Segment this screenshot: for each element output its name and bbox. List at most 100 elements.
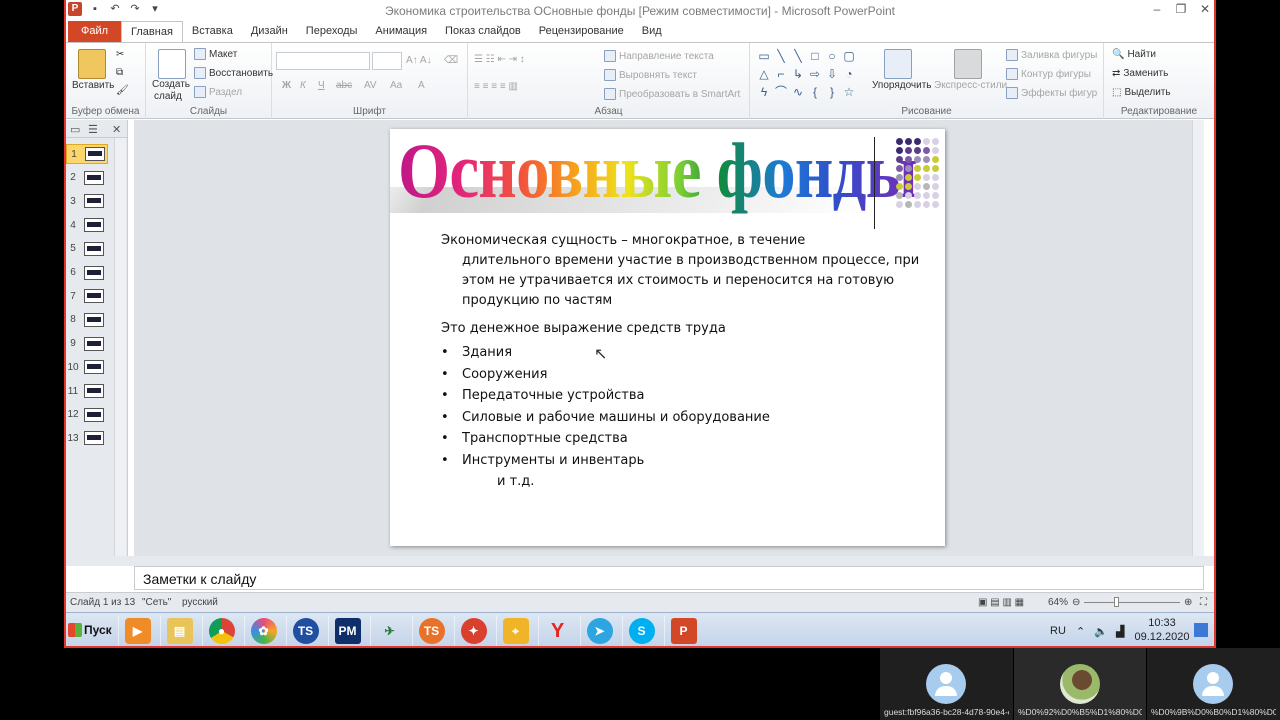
select-button[interactable]: ⬚ Выделить <box>1112 87 1171 98</box>
slide-body-text[interactable]: Экономическая сущность – многократное, в… <box>441 231 921 492</box>
network-icon[interactable]: ▟ <box>1116 625 1124 638</box>
participant-tile-3[interactable]: %D0%9B%D0%B0%D1%80%D0%B8... <box>1147 648 1280 720</box>
shape-fill-button[interactable]: Заливка фигуры <box>1006 49 1097 61</box>
find-button[interactable]: 🔍 Найти <box>1112 49 1156 60</box>
change-case-icon[interactable]: Aa <box>390 80 402 91</box>
quick-styles-button[interactable]: Экспресс-стили <box>934 80 1007 91</box>
bullets-icon[interactable]: ☰ ☷ ⇤ ⇥ ↕ <box>474 54 525 65</box>
ts-blue-taskbar-icon[interactable]: TS <box>286 615 324 646</box>
strikethrough-icon[interactable]: abc <box>336 80 352 91</box>
view-buttons[interactable]: ▣ ▤ ▥ ▦ <box>978 597 1024 608</box>
zoom-slider-thumb[interactable] <box>1114 597 1119 607</box>
zoom-level[interactable]: 64% <box>1048 597 1068 608</box>
new-slide-line2[interactable]: слайд <box>154 91 182 102</box>
smartart-button[interactable]: Преобразовать в SmartArt <box>604 88 740 100</box>
font-grow-icon[interactable]: A↑ A↓ <box>406 55 432 66</box>
language-status[interactable]: русский <box>182 597 218 608</box>
quick-styles-icon[interactable] <box>954 49 982 79</box>
shapes-gallery[interactable]: ▭ ╲ ╲ □ ○ ▢ △ ⌐ ↳ ⇨ ⇩ ◔ ϟ ⌒ ∿ {} ☆ <box>756 48 860 100</box>
paste-icon[interactable] <box>78 49 106 79</box>
slide-canvas[interactable]: Основные фонды Экономическая сущность – … <box>390 129 945 546</box>
participant-tile-1[interactable]: guest:fbf96a36-bc28-4d78-90e4-dc... <box>880 648 1013 720</box>
slide-thumbnail[interactable]: 7 <box>66 286 116 306</box>
tab-design[interactable]: Дизайн <box>242 21 297 42</box>
section-button[interactable]: Раздел <box>194 86 242 98</box>
new-slide-icon[interactable] <box>158 49 186 79</box>
tab-home[interactable]: Главная <box>121 21 183 42</box>
thumbnails-scrollbar[interactable] <box>114 138 126 556</box>
slide-thumbnail[interactable]: 6 <box>66 263 116 283</box>
restore-icon[interactable]: ❐ <box>1174 2 1188 16</box>
italic-icon[interactable]: К <box>300 80 306 91</box>
slide-thumbnail[interactable]: 4 <box>66 215 116 235</box>
slide-thumbnail[interactable]: 13 <box>66 428 116 448</box>
slide-thumbnail[interactable]: 11 <box>66 381 116 401</box>
zoom-out-icon[interactable]: ⊖ <box>1072 597 1080 608</box>
layout-button[interactable]: Макет <box>194 48 237 60</box>
close-pane-icon[interactable]: ✕ <box>112 123 121 136</box>
font-color-icon[interactable]: A <box>418 80 425 91</box>
media-player-taskbar-icon[interactable]: ▶ <box>118 615 156 646</box>
start-button[interactable]: Пуск <box>68 619 114 641</box>
slide-thumbnail[interactable]: 2 <box>66 168 116 188</box>
parrot-taskbar-icon[interactable]: ✦ <box>454 615 492 646</box>
slide-thumbnail[interactable]: 12 <box>66 405 116 425</box>
tab-animations[interactable]: Анимация <box>366 21 436 42</box>
cut-icon[interactable]: ✂ <box>116 49 124 60</box>
powerpoint-taskbar-icon[interactable]: P <box>664 615 702 646</box>
explorer-taskbar-icon[interactable]: ▤ <box>160 615 198 646</box>
clear-format-icon[interactable]: ⌫ <box>444 55 458 66</box>
shape-outline-button[interactable]: Контур фигуры <box>1006 68 1091 80</box>
shape-effects-button[interactable]: Эффекты фигур <box>1006 87 1097 99</box>
slide-thumbnail[interactable]: 5 <box>66 239 116 259</box>
paste-button[interactable]: Вставить <box>72 80 114 91</box>
char-spacing-icon[interactable]: AV <box>364 80 377 91</box>
zoom-slider[interactable] <box>1084 602 1180 603</box>
slide-thumbnail[interactable]: 10 <box>66 357 116 377</box>
tab-view[interactable]: Вид <box>633 21 671 42</box>
align-text-button[interactable]: Выровнять текст <box>604 69 697 81</box>
tab-file[interactable]: Файл <box>68 21 122 42</box>
font-size-select[interactable] <box>372 52 402 70</box>
tab-insert[interactable]: Вставка <box>183 21 242 42</box>
ts-orange-taskbar-icon[interactable]: TS <box>412 615 450 646</box>
arrange-icon[interactable] <box>884 49 912 79</box>
skype-taskbar-icon[interactable]: S <box>622 615 660 646</box>
font-family-select[interactable] <box>276 52 370 70</box>
fit-slide-icon[interactable]: ⛶ <box>1200 597 1207 608</box>
text-direction-button[interactable]: Направление текста <box>604 50 714 62</box>
outline-tab-icon[interactable]: ☰ <box>88 123 98 136</box>
close-icon[interactable]: ✕ <box>1198 2 1212 16</box>
yandex-taskbar-icon[interactable]: Y <box>538 615 576 646</box>
volume-icon[interactable]: 🔈 <box>1094 625 1108 638</box>
chrome-taskbar-icon[interactable]: ● <box>202 615 240 646</box>
participant-tile-2[interactable]: %D0%92%D0%B5%D1%80%D0%B0... <box>1014 648 1146 720</box>
arrange-button[interactable]: Упорядочить <box>872 80 932 91</box>
align-icons[interactable]: ≡ ≡ ≡ ≡ ▥ <box>474 81 518 92</box>
minimize-icon[interactable]: – <box>1150 2 1164 16</box>
splitter[interactable] <box>66 556 1214 566</box>
telegram-taskbar-icon[interactable]: ➤ <box>580 615 618 646</box>
input-language[interactable]: RU <box>1050 625 1066 637</box>
tab-transitions[interactable]: Переходы <box>297 21 367 42</box>
reset-button[interactable]: Восстановить <box>194 67 273 79</box>
format-painter-icon[interactable]: 🖌 <box>116 85 129 96</box>
show-desktop-icon[interactable] <box>1194 623 1208 637</box>
clock-date[interactable]: 09.12.2020 <box>1132 631 1192 643</box>
notes-pane[interactable]: Заметки к слайду <box>134 566 1204 590</box>
slide-thumbnail[interactable]: 9 <box>66 334 116 354</box>
copy-icon[interactable]: ⧉ <box>116 67 123 78</box>
editor-scrollbar[interactable] <box>1192 120 1204 556</box>
tab-slideshow[interactable]: Показ слайдов <box>436 21 530 42</box>
new-slide-line1[interactable]: Создать <box>152 79 190 90</box>
bold-icon[interactable]: Ж <box>282 80 291 91</box>
maps-taskbar-icon[interactable]: ⌖ <box>496 615 534 646</box>
zoom-in-icon[interactable]: ⊕ <box>1184 597 1192 608</box>
slide-title[interactable]: Основные фонды <box>398 129 918 219</box>
underline-icon[interactable]: Ч <box>318 80 325 91</box>
clock-time[interactable]: 10:33 <box>1136 617 1188 629</box>
bird-taskbar-icon[interactable]: ✈ <box>370 615 408 646</box>
replace-button[interactable]: ⇄ Заменить <box>1112 68 1168 79</box>
tray-arrow-icon[interactable]: ⌃ <box>1076 625 1085 638</box>
slides-tab-icon[interactable]: ▭ <box>70 123 80 136</box>
